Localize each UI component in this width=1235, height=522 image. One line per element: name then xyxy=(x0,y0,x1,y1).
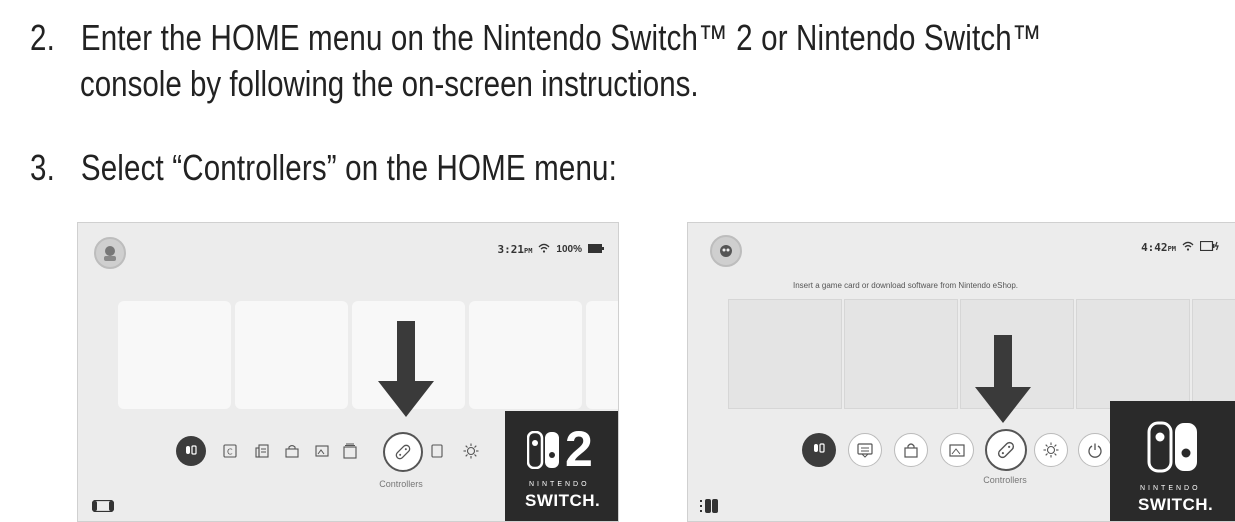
step-3-line-1: 3. Select “Controllers” on the HOME menu: xyxy=(30,146,617,190)
battery-icon xyxy=(588,243,604,256)
power-icon[interactable] xyxy=(1078,433,1112,467)
game-slot-1[interactable] xyxy=(728,299,842,409)
nintendo-online-icon[interactable] xyxy=(176,436,206,466)
controller-status-icon xyxy=(700,499,720,518)
logo-big-text: SWITCH. xyxy=(525,491,601,510)
clock-time: 3:21 xyxy=(497,243,524,256)
album-icon[interactable] xyxy=(314,443,330,459)
controllers-icon[interactable] xyxy=(985,429,1027,471)
step-number: 3. xyxy=(30,147,55,188)
game-tile-4[interactable] xyxy=(469,301,582,409)
step-text: Select “Controllers” on the HOME menu: xyxy=(80,147,617,188)
news-icon[interactable] xyxy=(254,443,270,459)
eshop-icon[interactable] xyxy=(894,433,928,467)
controllers-icon[interactable] xyxy=(383,432,423,472)
status-bar: 3:21PM 100% xyxy=(497,243,604,256)
battery-charging-icon xyxy=(1199,240,1220,254)
switch2-home-screenshot: 3:21PM 100% C Controllers 2 NINTENDO SWI… xyxy=(77,222,619,522)
logo-small-text: NINTENDO xyxy=(529,481,590,488)
clock-ampm: PM xyxy=(1167,245,1176,253)
logo-number: 2 xyxy=(565,421,593,477)
step-number: 2. xyxy=(30,17,55,58)
console-icon xyxy=(91,499,115,517)
down-arrow-indicator xyxy=(973,335,1033,432)
virtual-game-card-icon[interactable] xyxy=(342,442,358,460)
settings-icon[interactable] xyxy=(462,442,480,460)
step-2-line-1: 2. Enter the HOME menu on the Nintendo Sw… xyxy=(30,16,1042,60)
status-bar: 4:42PM xyxy=(1141,240,1220,254)
nintendo-switch-2-logo: 2 NINTENDO SWITCH. xyxy=(505,411,618,521)
logo-small-text: NINTENDO xyxy=(1140,485,1201,492)
controllers-caption: Controllers xyxy=(983,475,1027,485)
eshop-icon[interactable] xyxy=(284,443,300,459)
battery-percent: 100% xyxy=(556,244,582,255)
gamechat-icon[interactable]: C xyxy=(222,443,238,459)
insert-card-message: Insert a game card or download software … xyxy=(793,281,1019,290)
svg-text:C: C xyxy=(227,448,233,457)
logo-big-text: SWITCH. xyxy=(1138,495,1214,514)
game-slot-5[interactable] xyxy=(1192,299,1235,409)
down-arrow-indicator xyxy=(374,321,438,426)
game-tile-2[interactable] xyxy=(235,301,348,409)
step-text: Enter the HOME menu on the Nintendo Swit… xyxy=(80,17,1042,58)
nintendo-switch-logo: NINTENDO SWITCH. xyxy=(1110,401,1235,521)
controllers-caption: Controllers xyxy=(379,479,423,489)
settings-icon[interactable] xyxy=(1034,433,1068,467)
clock-ampm: PM xyxy=(523,247,533,255)
step-2-line-2: console by following the on-screen instr… xyxy=(80,63,699,104)
wifi-icon xyxy=(1182,241,1194,254)
user-avatar[interactable] xyxy=(94,237,126,269)
clock-time: 4:42 xyxy=(1141,241,1168,254)
user-avatar[interactable] xyxy=(710,235,742,267)
game-tile-1[interactable] xyxy=(118,301,231,409)
game-tile-5[interactable] xyxy=(586,301,618,409)
nintendo-online-icon[interactable] xyxy=(802,433,836,467)
wifi-icon xyxy=(538,243,550,256)
game-slot-2[interactable] xyxy=(844,299,958,409)
switch-device-icon[interactable] xyxy=(429,443,445,459)
switch-home-screenshot: 4:42PM Insert a game card or download so… xyxy=(687,222,1235,522)
news-icon[interactable] xyxy=(848,433,882,467)
game-slot-4[interactable] xyxy=(1076,299,1190,409)
album-icon[interactable] xyxy=(940,433,974,467)
